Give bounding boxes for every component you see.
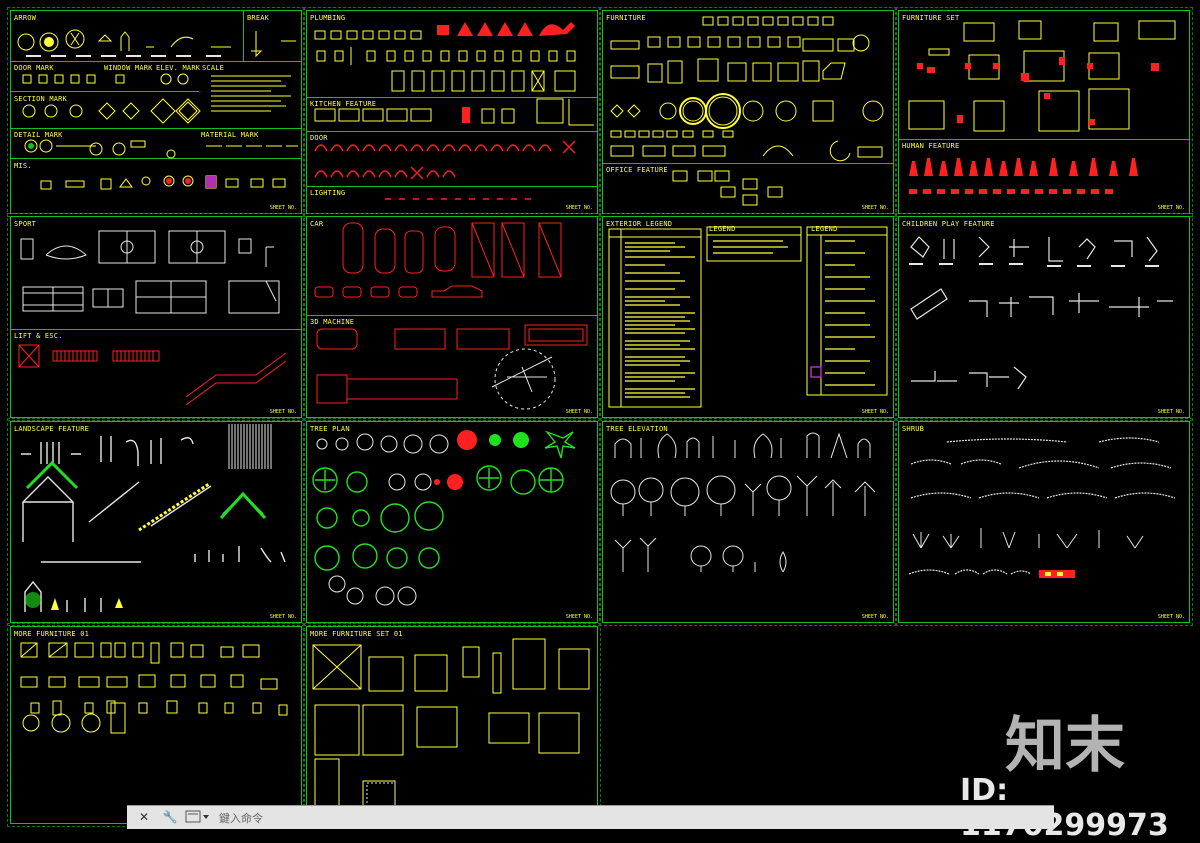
wrench-icon[interactable]: 🔧 bbox=[161, 808, 179, 826]
shrub-drawing bbox=[908, 437, 1176, 578]
titleblock: SHEET NO. bbox=[1157, 409, 1185, 415]
symbols-drawing bbox=[17, 29, 298, 190]
sheet-more-furniture-set-01[interactable]: MORE FURNITURE SET 01 SHEET NO. bbox=[303, 623, 601, 827]
sheet-furniture[interactable]: FURNITURE OFFICE FEATURE SHEET NO. bbox=[599, 7, 897, 217]
titleblock: SHEET NO. bbox=[861, 614, 889, 620]
sheet-more-furniture-01[interactable]: MORE FURNITURE 01 SHEET NO. bbox=[7, 623, 305, 827]
titleblock: SHEET NO. bbox=[269, 614, 297, 620]
car-drawing bbox=[314, 222, 588, 410]
tree-plan-drawing bbox=[312, 430, 576, 606]
command-line[interactable]: ✕ 🔧 鍵入命令 bbox=[127, 805, 1054, 829]
sport-drawing bbox=[18, 230, 287, 406]
sheet-children-play[interactable]: CHILDREN PLAY FEATURE SHEET NO. bbox=[895, 213, 1193, 421]
titleblock: SHEET NO. bbox=[1157, 614, 1185, 620]
legend-drawing bbox=[608, 226, 888, 408]
titleblock: SHEET NO. bbox=[861, 205, 889, 211]
command-history-glyph bbox=[185, 810, 209, 823]
more-furniture-set-drawing bbox=[312, 638, 590, 816]
titleblock: SHEET NO. bbox=[1157, 205, 1185, 211]
furniture-set-drawing bbox=[908, 20, 1176, 194]
sheet-shrub[interactable]: SHRUB SHEET NO. bbox=[895, 418, 1193, 626]
watermark-brand: 知末 bbox=[1005, 711, 1125, 781]
sheet-furniture-set[interactable]: FURNITURE SET HUMAN FEATURE SHEET NO. bbox=[895, 7, 1193, 217]
sheet-plumbing[interactable]: PLUMBING KITCHEN FEATURE DOOR LIGHTING S… bbox=[303, 7, 601, 217]
furniture-drawing bbox=[610, 16, 884, 206]
children-play-drawing bbox=[909, 236, 1173, 390]
plumbing-drawing bbox=[314, 22, 594, 200]
titleblock: SHEET NO. bbox=[565, 614, 593, 620]
sheet-tree-plan[interactable]: TREE PLAN SHEET NO. bbox=[303, 418, 601, 626]
titleblock: SHEET NO. bbox=[269, 205, 297, 211]
sheet-landscape[interactable]: LANDSCAPE FEATURE SHEET NO. bbox=[7, 418, 305, 626]
titleblock: SHEET NO. bbox=[565, 205, 593, 211]
titleblock: SHEET NO. bbox=[565, 409, 593, 415]
sheet-sport[interactable]: SPORT LIFT & ESC. SHEET NO. bbox=[7, 213, 305, 421]
close-icon[interactable]: ✕ bbox=[135, 808, 153, 826]
sheet-legend[interactable]: EXTERIOR LEGEND LEGEND LEGEND SHEET NO. bbox=[599, 213, 897, 421]
titleblock: SHEET NO. bbox=[269, 409, 297, 415]
tree-elevation-drawing bbox=[610, 432, 876, 573]
command-history-icon[interactable] bbox=[185, 809, 211, 825]
more-furniture-drawing bbox=[20, 642, 288, 734]
landscape-drawing bbox=[21, 424, 286, 612]
titleblock: SHEET NO. bbox=[861, 409, 889, 415]
command-input[interactable]: 鍵入命令 bbox=[219, 810, 263, 826]
sheet-tree-elevation[interactable]: TREE ELEVATION SHEET NO. bbox=[599, 418, 897, 626]
sheet-car[interactable]: CAR 3D MACHINE SHEET NO. bbox=[303, 213, 601, 421]
sheet-symbols[interactable]: ARROW BREAK DOOR MARK WINDOW MARK ELEV. … bbox=[7, 7, 305, 217]
